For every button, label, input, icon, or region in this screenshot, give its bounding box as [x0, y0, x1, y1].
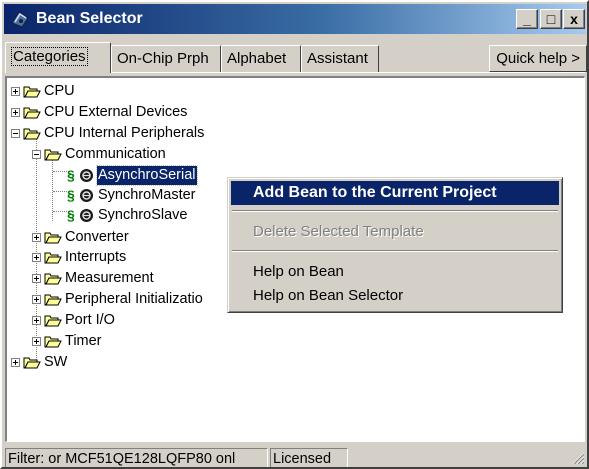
close-button[interactable]: x: [563, 9, 585, 29]
folder-icon: [23, 107, 41, 119]
menu-item-help-on-bean[interactable]: Help on Bean: [231, 260, 559, 284]
bean-icon: [80, 209, 93, 222]
bean-selector-window: Bean Selector _ □ x Categories On-Chip P…: [0, 0, 589, 469]
menu-separator: [232, 250, 558, 252]
minimize-button[interactable]: _: [516, 9, 538, 29]
tree-connector: [53, 171, 67, 173]
collapse-icon[interactable]: [32, 150, 41, 159]
tab-categories[interactable]: Categories: [5, 42, 111, 73]
folder-icon: [23, 357, 41, 369]
license-status: Licensed: [270, 448, 348, 467]
folder-icon: [44, 252, 62, 264]
bean-marker-icon: §: [67, 187, 75, 203]
expand-icon[interactable]: [32, 316, 41, 325]
menu-item-delete-template[interactable]: Delete Selected Template: [231, 220, 559, 244]
quick-help-button[interactable]: Quick help >: [489, 45, 587, 72]
expand-icon[interactable]: [11, 358, 20, 367]
tree-connector: [36, 136, 38, 368]
menu-item-add-bean[interactable]: Add Bean to the Current Project: [231, 181, 559, 205]
bean-marker-icon: §: [67, 207, 75, 223]
expand-icon[interactable]: [11, 108, 20, 117]
window-title: Bean Selector: [36, 10, 143, 27]
folder-open-icon: [44, 149, 62, 161]
expand-icon[interactable]: [32, 295, 41, 304]
folder-icon: [44, 315, 62, 327]
tree-connector: [53, 191, 67, 193]
expand-icon[interactable]: [32, 253, 41, 262]
resize-grip-icon[interactable]: [571, 451, 585, 465]
selected-node-label: AsynchroSerial: [96, 165, 198, 186]
tab-strip: Categories On-Chip Prph Alphabet Assista…: [5, 42, 587, 73]
expand-icon[interactable]: [32, 337, 41, 346]
bean-app-icon: [11, 11, 29, 28]
title-bar[interactable]: Bean Selector _ □ x: [4, 4, 586, 34]
tab-on-chip-prph[interactable]: On-Chip Prph: [111, 45, 221, 72]
bean-icon: [80, 169, 93, 182]
collapse-icon[interactable]: [11, 129, 20, 138]
menu-item-help-on-bean-selector[interactable]: Help on Bean Selector: [231, 284, 559, 308]
folder-icon: [44, 232, 62, 244]
menu-separator: [232, 210, 558, 212]
bean-marker-icon: §: [67, 167, 75, 183]
folder-open-icon: [23, 128, 41, 140]
expand-icon[interactable]: [11, 87, 20, 96]
bean-icon: [80, 189, 93, 202]
tab-alphabet[interactable]: Alphabet: [221, 45, 301, 72]
context-menu: Add Bean to the Current Project Delete S…: [227, 177, 563, 313]
folder-icon: [44, 336, 62, 348]
folder-icon: [44, 294, 62, 306]
expand-icon[interactable]: [32, 233, 41, 242]
expand-icon[interactable]: [32, 274, 41, 283]
folder-icon: [44, 273, 62, 285]
maximize-button[interactable]: □: [540, 9, 562, 29]
tree-connector: [53, 211, 67, 213]
tab-assistant[interactable]: Assistant: [301, 45, 379, 72]
filter-status[interactable]: Filter: or MCF51QE128LQFP80 onl: [5, 448, 268, 467]
folder-icon: [23, 86, 41, 98]
